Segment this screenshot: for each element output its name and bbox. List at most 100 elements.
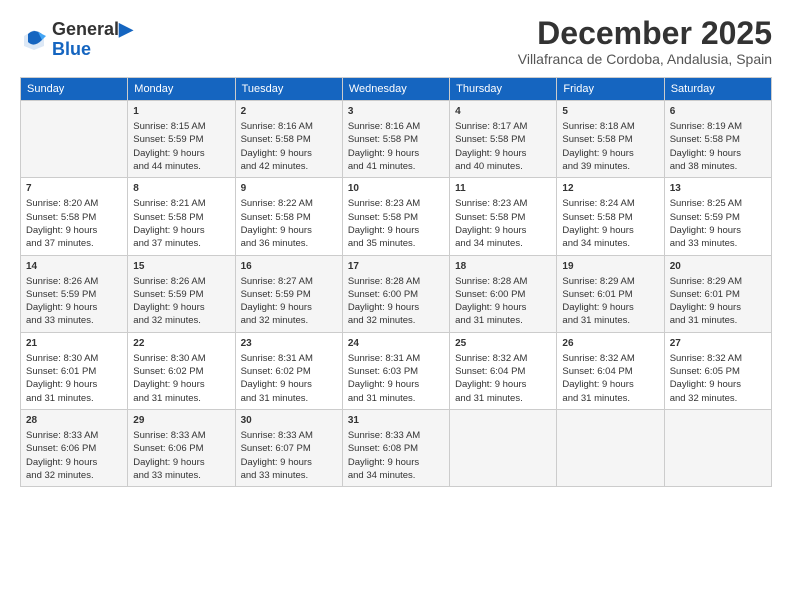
cell-content-line: and 34 minutes. — [562, 237, 658, 250]
calendar-cell: 25Sunrise: 8:32 AMSunset: 6:04 PMDayligh… — [450, 332, 557, 409]
calendar-cell: 14Sunrise: 8:26 AMSunset: 5:59 PMDayligh… — [21, 255, 128, 332]
cell-content-line: Sunrise: 8:29 AM — [670, 275, 766, 288]
cell-content-line: Sunset: 6:01 PM — [670, 288, 766, 301]
cell-content-line: Daylight: 9 hours — [26, 224, 122, 237]
calendar-cell: 12Sunrise: 8:24 AMSunset: 5:58 PMDayligh… — [557, 178, 664, 255]
cell-content-line: Sunrise: 8:26 AM — [26, 275, 122, 288]
cell-content-line: Sunrise: 8:33 AM — [241, 429, 337, 442]
calendar-cell: 11Sunrise: 8:23 AMSunset: 5:58 PMDayligh… — [450, 178, 557, 255]
cell-content-line: Daylight: 9 hours — [562, 147, 658, 160]
week-row-1: 1Sunrise: 8:15 AMSunset: 5:59 PMDaylight… — [21, 101, 772, 178]
cell-content-line: Sunset: 5:58 PM — [455, 211, 551, 224]
cell-content-line: and 31 minutes. — [348, 392, 444, 405]
cell-content-line: Sunrise: 8:33 AM — [26, 429, 122, 442]
cell-content-line: Daylight: 9 hours — [562, 224, 658, 237]
calendar-cell: 24Sunrise: 8:31 AMSunset: 6:03 PMDayligh… — [342, 332, 449, 409]
column-header-saturday: Saturday — [664, 78, 771, 101]
cell-content-line: Daylight: 9 hours — [133, 378, 229, 391]
day-number: 17 — [348, 260, 444, 274]
day-number: 20 — [670, 260, 766, 274]
cell-content-line: Daylight: 9 hours — [348, 224, 444, 237]
week-row-5: 28Sunrise: 8:33 AMSunset: 6:06 PMDayligh… — [21, 409, 772, 486]
cell-content-line: Sunset: 5:58 PM — [562, 211, 658, 224]
day-number: 16 — [241, 260, 337, 274]
cell-content-line: Daylight: 9 hours — [670, 378, 766, 391]
cell-content-line: Daylight: 9 hours — [26, 301, 122, 314]
calendar-cell: 4Sunrise: 8:17 AMSunset: 5:58 PMDaylight… — [450, 101, 557, 178]
cell-content-line: Sunrise: 8:33 AM — [348, 429, 444, 442]
cell-content-line: and 32 minutes. — [670, 392, 766, 405]
calendar-table: SundayMondayTuesdayWednesdayThursdayFrid… — [20, 77, 772, 487]
cell-content-line: Daylight: 9 hours — [455, 147, 551, 160]
cell-content-line: and 37 minutes. — [133, 237, 229, 250]
column-header-thursday: Thursday — [450, 78, 557, 101]
calendar-cell: 15Sunrise: 8:26 AMSunset: 5:59 PMDayligh… — [128, 255, 235, 332]
calendar-cell: 1Sunrise: 8:15 AMSunset: 5:59 PMDaylight… — [128, 101, 235, 178]
cell-content-line: Sunset: 5:59 PM — [241, 288, 337, 301]
calendar-cell: 17Sunrise: 8:28 AMSunset: 6:00 PMDayligh… — [342, 255, 449, 332]
cell-content-line: Sunrise: 8:23 AM — [455, 197, 551, 210]
cell-content-line: Daylight: 9 hours — [133, 147, 229, 160]
cell-content-line: Daylight: 9 hours — [241, 147, 337, 160]
cell-content-line: Daylight: 9 hours — [26, 456, 122, 469]
cell-content-line: Daylight: 9 hours — [670, 224, 766, 237]
cell-content-line: Sunset: 5:59 PM — [670, 211, 766, 224]
cell-content-line: Daylight: 9 hours — [133, 456, 229, 469]
week-row-3: 14Sunrise: 8:26 AMSunset: 5:59 PMDayligh… — [21, 255, 772, 332]
cell-content-line: Sunset: 5:59 PM — [26, 288, 122, 301]
cell-content-line: Sunrise: 8:32 AM — [455, 352, 551, 365]
cell-content-line: Sunrise: 8:25 AM — [670, 197, 766, 210]
cell-content-line: and 33 minutes. — [670, 237, 766, 250]
cell-content-line: Sunset: 6:04 PM — [455, 365, 551, 378]
cell-content-line: Daylight: 9 hours — [241, 224, 337, 237]
cell-content-line: Sunset: 6:02 PM — [133, 365, 229, 378]
cell-content-line: Daylight: 9 hours — [455, 301, 551, 314]
cell-content-line: Daylight: 9 hours — [455, 378, 551, 391]
logo-text-line2: Blue — [52, 40, 133, 60]
cell-content-line: and 34 minutes. — [455, 237, 551, 250]
cell-content-line: Sunrise: 8:28 AM — [348, 275, 444, 288]
cell-content-line: and 31 minutes. — [26, 392, 122, 405]
cell-content-line: and 31 minutes. — [562, 392, 658, 405]
cell-content-line: Sunrise: 8:32 AM — [562, 352, 658, 365]
day-number: 24 — [348, 337, 444, 351]
cell-content-line: Sunset: 6:06 PM — [26, 442, 122, 455]
calendar-cell: 13Sunrise: 8:25 AMSunset: 5:59 PMDayligh… — [664, 178, 771, 255]
day-number: 8 — [133, 182, 229, 196]
day-number: 14 — [26, 260, 122, 274]
cell-content-line: Sunset: 6:01 PM — [26, 365, 122, 378]
header: General▶ Blue December 2025 Villafranca … — [20, 16, 772, 67]
cell-content-line: Daylight: 9 hours — [670, 301, 766, 314]
cell-content-line: and 32 minutes. — [348, 314, 444, 327]
cell-content-line: Sunrise: 8:24 AM — [562, 197, 658, 210]
cell-content-line: and 35 minutes. — [348, 237, 444, 250]
cell-content-line: Sunrise: 8:22 AM — [241, 197, 337, 210]
cell-content-line: Sunset: 5:58 PM — [348, 133, 444, 146]
cell-content-line: Sunrise: 8:31 AM — [348, 352, 444, 365]
day-number: 28 — [26, 414, 122, 428]
column-header-monday: Monday — [128, 78, 235, 101]
column-header-friday: Friday — [557, 78, 664, 101]
cell-content-line: Sunset: 5:58 PM — [670, 133, 766, 146]
cell-content-line: and 33 minutes. — [133, 469, 229, 482]
subtitle: Villafranca de Cordoba, Andalusia, Spain — [518, 51, 772, 67]
calendar-cell: 16Sunrise: 8:27 AMSunset: 5:59 PMDayligh… — [235, 255, 342, 332]
cell-content-line: Sunrise: 8:29 AM — [562, 275, 658, 288]
cell-content-line: and 31 minutes. — [455, 392, 551, 405]
cell-content-line: and 34 minutes. — [348, 469, 444, 482]
day-number: 7 — [26, 182, 122, 196]
cell-content-line: Sunset: 6:02 PM — [241, 365, 337, 378]
day-number: 10 — [348, 182, 444, 196]
cell-content-line: Sunset: 5:58 PM — [562, 133, 658, 146]
cell-content-line: Sunset: 5:59 PM — [133, 133, 229, 146]
cell-content-line: Sunrise: 8:28 AM — [455, 275, 551, 288]
day-number: 26 — [562, 337, 658, 351]
cell-content-line: and 31 minutes. — [562, 314, 658, 327]
cell-content-line: Sunrise: 8:16 AM — [348, 120, 444, 133]
calendar-cell: 18Sunrise: 8:28 AMSunset: 6:00 PMDayligh… — [450, 255, 557, 332]
calendar-cell: 26Sunrise: 8:32 AMSunset: 6:04 PMDayligh… — [557, 332, 664, 409]
cell-content-line: Sunset: 6:06 PM — [133, 442, 229, 455]
day-number: 27 — [670, 337, 766, 351]
cell-content-line: Sunrise: 8:20 AM — [26, 197, 122, 210]
cell-content-line: Daylight: 9 hours — [348, 378, 444, 391]
